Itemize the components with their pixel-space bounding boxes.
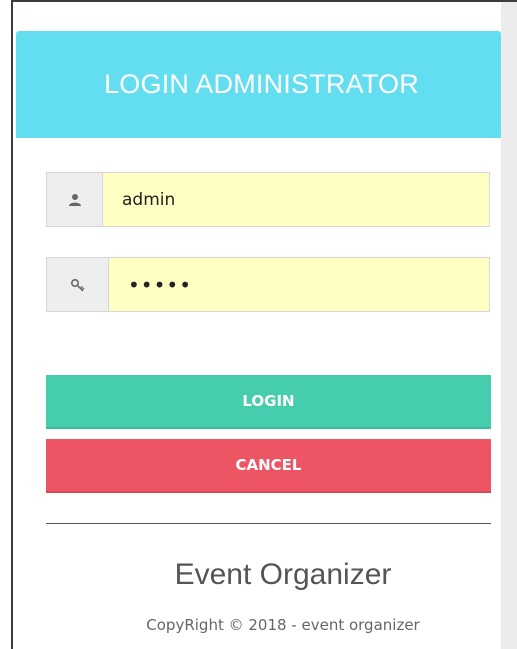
copyright-text: CopyRight © 2018 - event organizer bbox=[146, 616, 420, 634]
cancel-button[interactable]: CANCEL bbox=[46, 439, 491, 493]
footer-title: Event Organizer bbox=[174, 558, 392, 591]
password-field[interactable] bbox=[109, 258, 489, 311]
user-icon bbox=[47, 173, 103, 226]
username-field[interactable] bbox=[103, 173, 489, 226]
password-input-group bbox=[46, 257, 490, 312]
page-title: LOGIN ADMINISTRATOR bbox=[104, 69, 419, 99]
scrollbar-track bbox=[501, 2, 517, 649]
username-input-group bbox=[46, 172, 490, 227]
login-header: LOGIN ADMINISTRATOR bbox=[16, 31, 501, 138]
key-icon bbox=[47, 258, 109, 311]
login-button[interactable]: LOGIN bbox=[46, 375, 491, 429]
divider bbox=[46, 523, 491, 524]
